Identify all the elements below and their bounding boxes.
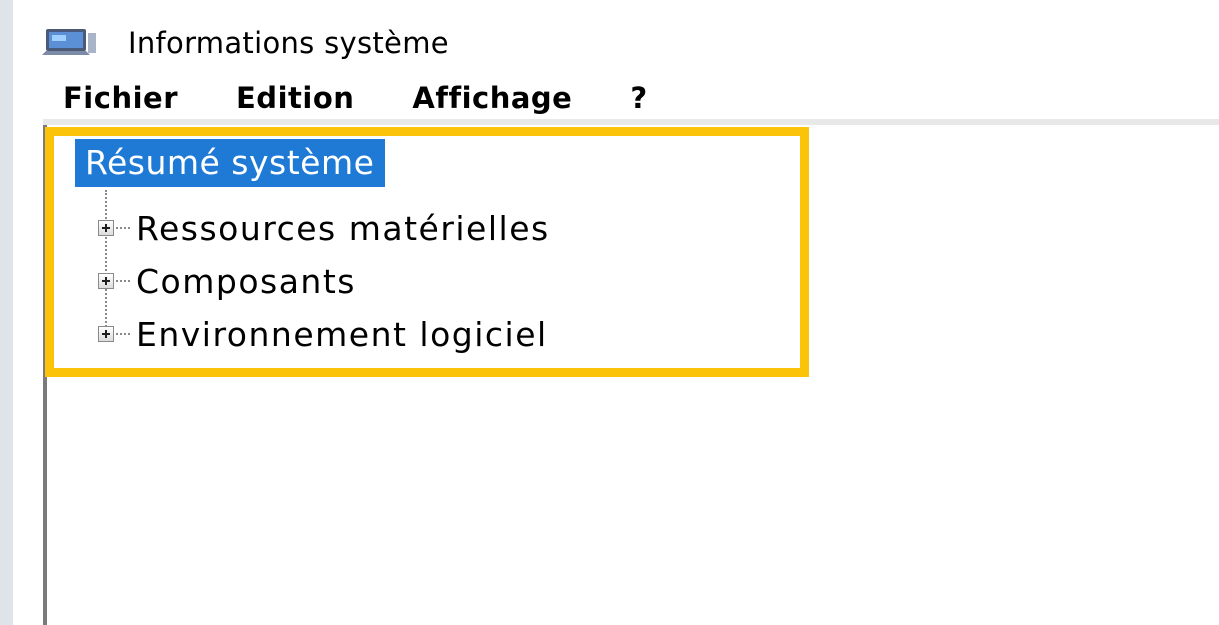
tree-item-label: Ressources matérielles bbox=[136, 208, 550, 248]
menu-fichier[interactable]: Fichier bbox=[63, 81, 178, 115]
system-info-app-icon bbox=[40, 27, 98, 59]
tree-branch-dots bbox=[116, 333, 130, 335]
plus-expander-icon[interactable] bbox=[98, 220, 114, 236]
tree-item-software-environment[interactable]: Environnement logiciel bbox=[98, 310, 548, 358]
menu-bar: Fichier Edition Affichage ? bbox=[63, 78, 648, 118]
tree-branch-dots bbox=[116, 280, 130, 282]
tree-branch-dots bbox=[116, 227, 130, 229]
menu-edition[interactable]: Edition bbox=[236, 81, 354, 115]
tree-item-label: Environnement logiciel bbox=[136, 314, 548, 354]
plus-expander-icon[interactable] bbox=[98, 273, 114, 289]
menu-affichage[interactable]: Affichage bbox=[412, 81, 572, 115]
plus-expander-icon[interactable] bbox=[98, 326, 114, 342]
tree-item-label: Composants bbox=[136, 261, 356, 301]
menu-help[interactable]: ? bbox=[630, 81, 647, 115]
tree-item-hardware-resources[interactable]: Ressources matérielles bbox=[98, 204, 550, 252]
tree-item-components[interactable]: Composants bbox=[98, 257, 356, 305]
window-left-edge bbox=[0, 0, 13, 625]
title-bar: Informations système bbox=[40, 18, 449, 68]
content-top-border bbox=[43, 119, 1219, 125]
tree-highlight-box: Résumé système Ressources matérielles Co… bbox=[45, 127, 809, 377]
tree-root-system-summary[interactable]: Résumé système bbox=[75, 139, 386, 187]
window-title: Informations système bbox=[128, 26, 449, 60]
